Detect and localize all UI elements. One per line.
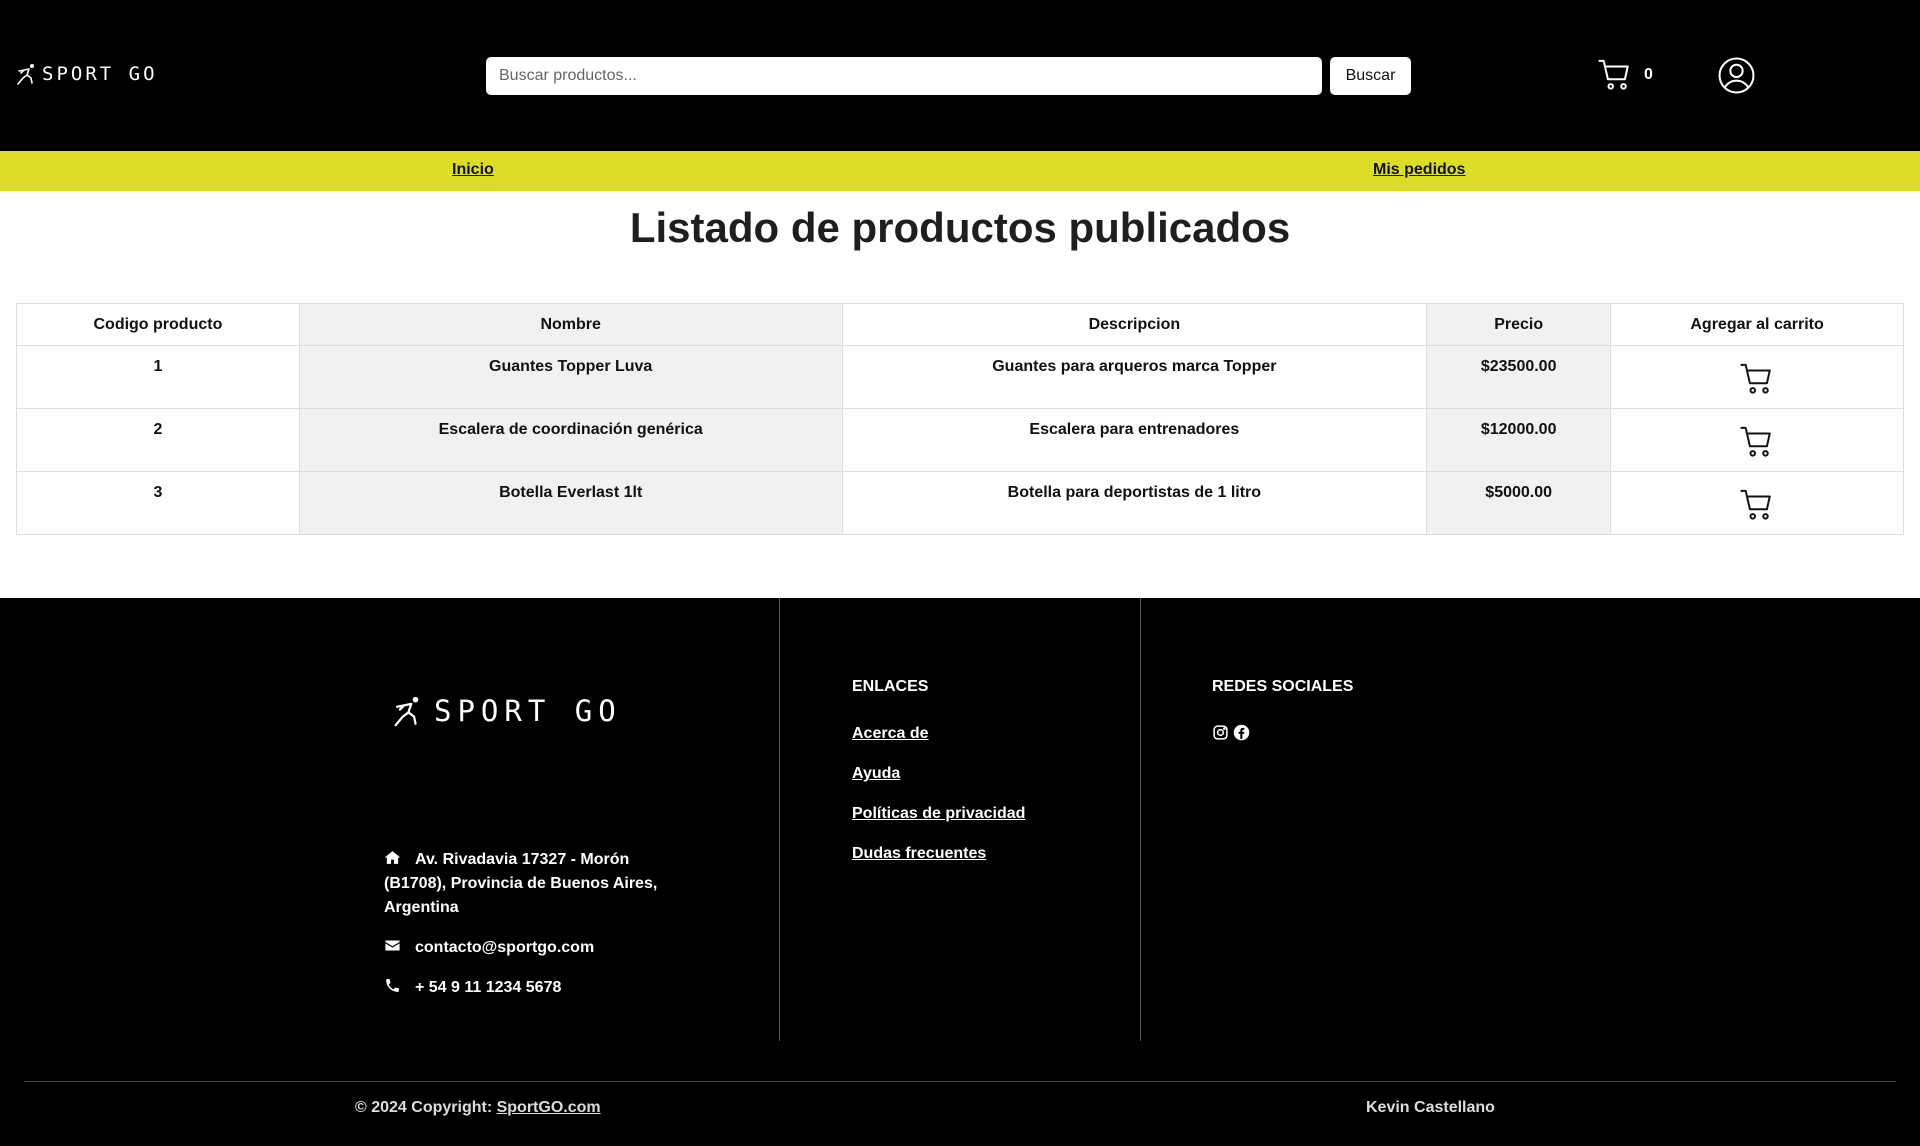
email-text: contacto@sportgo.com (415, 939, 595, 956)
cell-precio: $12000.00 (1426, 408, 1612, 472)
logo[interactable]: SPORT GO (14, 62, 158, 86)
runner-logo-icon (17, 64, 34, 85)
cell-codigo: 2 (16, 408, 300, 472)
cell-precio: $5000.00 (1426, 471, 1612, 535)
home-icon (384, 851, 401, 864)
cell-nombre: Botella Everlast 1lt (298, 471, 843, 535)
author-name: Kevin Castellano (1366, 1099, 1495, 1116)
instagram-icon[interactable] (1212, 724, 1229, 741)
address-text: Av. Rivadavia 17327 - Morón (B1708), Pro… (384, 851, 658, 916)
enlaces-heading: ENLACES (852, 678, 929, 695)
logo-text: SPORT GO (42, 63, 158, 85)
link-dudas-frecuentes[interactable]: Dudas frecuentes (852, 842, 1025, 866)
footer-logo: SPORT GO (388, 694, 622, 728)
cell-agregar (1610, 408, 1904, 472)
footer-address: Av. Rivadavia 17327 - Morón (B1708), Pro… (384, 848, 694, 920)
copyright: © 2024 Copyright: SportGO.com (355, 1099, 601, 1117)
column-header-descripcion: Descripcion (841, 303, 1428, 346)
cell-precio: $23500.00 (1426, 345, 1612, 409)
runner-logo-icon (394, 696, 419, 727)
header: SPORT GO Buscar 0 (0, 0, 1920, 151)
cell-codigo: 3 (16, 471, 300, 535)
phone-text: + 54 9 11 1234 5678 (415, 979, 562, 996)
cart-count: 0 (1644, 66, 1653, 83)
cell-agregar (1610, 345, 1904, 409)
cell-nombre: Guantes Topper Luva (298, 345, 843, 409)
footer-separator (24, 1081, 1896, 1082)
page-title: Listado de productos publicados (629, 204, 1291, 251)
nav-inicio-link[interactable]: Inicio (452, 161, 494, 179)
envelope-icon (385, 940, 400, 951)
add-to-cart-icon[interactable] (1740, 488, 1774, 522)
footer-divider (779, 598, 780, 1041)
table-row: 2 Escalera de coordinación genérica Esca… (16, 408, 1904, 472)
cell-descripcion: Guantes para arqueros marca Topper (841, 345, 1428, 409)
products-table: Codigo producto Nombre Descripcion Preci… (16, 303, 1904, 535)
table-header-row: Codigo producto Nombre Descripcion Preci… (16, 303, 1904, 346)
footer-divider (1140, 598, 1141, 1041)
nav-bar: Inicio Mis pedidos (0, 151, 1920, 191)
cell-nombre: Escalera de coordinación genérica (298, 408, 843, 472)
search-button[interactable]: Buscar (1330, 57, 1411, 95)
cell-agregar (1610, 471, 1904, 535)
footer-phone: + 54 9 11 1234 5678 (384, 976, 561, 1000)
cell-codigo: 1 (16, 345, 300, 409)
social-links (1212, 724, 1250, 741)
nav-mis-pedidos-link[interactable]: Mis pedidos (1373, 161, 1465, 179)
copyright-prefix: © 2024 Copyright: (355, 1099, 493, 1116)
add-to-cart-icon[interactable] (1740, 362, 1774, 396)
cart-button[interactable]: 0 (1598, 58, 1653, 92)
add-to-cart-icon[interactable] (1740, 425, 1774, 459)
cell-descripcion: Escalera para entrenadores (841, 408, 1428, 472)
cart-icon (1598, 59, 1629, 90)
search-bar: Buscar (486, 57, 1411, 95)
link-politicas-privacidad[interactable]: Políticas de privacidad (852, 802, 1025, 826)
column-header-agregar: Agregar al carrito (1610, 303, 1904, 346)
column-header-nombre: Nombre (298, 303, 843, 346)
facebook-icon[interactable] (1233, 724, 1250, 741)
link-acerca-de[interactable]: Acerca de (852, 722, 1025, 746)
footer-email: contacto@sportgo.com (384, 936, 594, 960)
footer-links: Acerca de Ayuda Políticas de privacidad … (852, 722, 1025, 882)
table-row: 3 Botella Everlast 1lt Botella para depo… (16, 471, 1904, 535)
column-header-precio: Precio (1426, 303, 1612, 346)
footer: SPORT GO Av. Rivadavia 17327 - Morón (B1… (0, 598, 1920, 1146)
column-header-codigo: Codigo producto (16, 303, 300, 346)
search-input[interactable] (486, 57, 1322, 95)
user-circle-icon[interactable] (1718, 57, 1755, 94)
footer-logo-text: SPORT GO (434, 694, 622, 728)
copyright-link[interactable]: SportGO.com (497, 1099, 601, 1116)
cell-descripcion: Botella para deportistas de 1 litro (841, 471, 1428, 535)
phone-icon (386, 979, 399, 992)
table-row: 1 Guantes Topper Luva Guantes para arque… (16, 345, 1904, 409)
redes-sociales-heading: REDES SOCIALES (1212, 678, 1354, 695)
link-ayuda[interactable]: Ayuda (852, 762, 1025, 786)
